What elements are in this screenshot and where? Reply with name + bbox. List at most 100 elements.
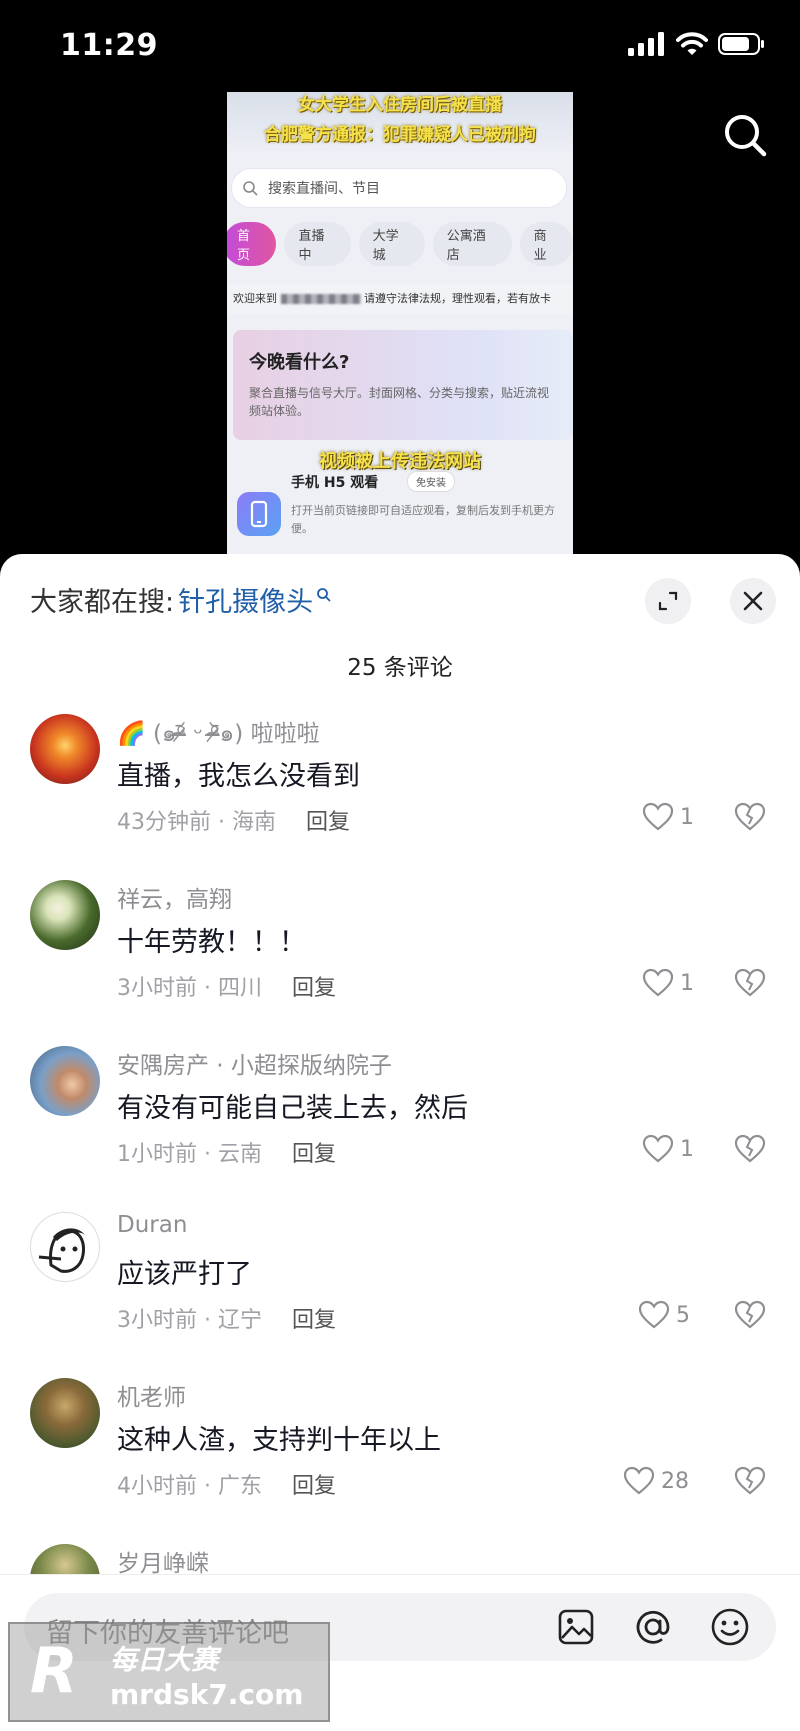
comment-text[interactable]: 有没有可能自己装上去，然后	[117, 1086, 468, 1125]
avatar[interactable]	[30, 1378, 100, 1448]
avatar[interactable]	[30, 1046, 100, 1116]
video-tab: 公寓酒店	[432, 222, 512, 266]
search-icon[interactable]	[720, 110, 770, 160]
like-button[interactable]: 5	[638, 1300, 690, 1330]
dislike-button[interactable]	[734, 1134, 766, 1168]
video-notice: 欢迎来到 请遵守法律法规，理性观看，若有放卡	[227, 284, 573, 314]
comment-item: 祥云，高翔 十年劳教！！！ 3小时前 · 四川 回复 1	[0, 880, 800, 1046]
avatar[interactable]	[30, 714, 100, 784]
comment-author[interactable]: 🌈 (๑ᵒ̴̶̷᷄ ᵕ ᵒ̴̶̷᷅๑) 啦啦啦	[117, 714, 320, 752]
comment-text[interactable]: 十年劳教！！！	[117, 920, 306, 959]
like-count: 5	[676, 1302, 690, 1328]
heart-icon	[642, 968, 674, 997]
expand-icon	[658, 591, 678, 611]
heart-icon	[623, 1466, 655, 1495]
video-caption: 视频被上传违法网站	[319, 451, 481, 472]
status-bar: 11:29	[0, 0, 800, 96]
wifi-icon	[676, 32, 708, 55]
dislike-button[interactable]	[734, 968, 766, 1002]
comment-text[interactable]: 应该严打了	[117, 1252, 252, 1291]
video-search-bar: 搜索直播间、节目	[231, 168, 567, 208]
video-player[interactable]: 女大学生入住房间后被直播 合肥警方通报：犯罪嫌疑人已被刑拘 搜索直播间、节目 首…	[227, 92, 573, 554]
reply-button[interactable]: 回复	[292, 1142, 336, 1167]
notice-suffix: 请遵守法律法规，理性观看，若有放卡	[364, 292, 551, 305]
comment-time: 3小时前 · 辽宁	[117, 1308, 262, 1333]
close-button[interactable]	[730, 578, 776, 624]
reply-button[interactable]: 回复	[292, 976, 336, 1001]
video-app-section: 手机 H5 观看 免安装 打开当前页链接即可自适应观看，复制后发到手机更方便。	[237, 471, 567, 552]
comment-author[interactable]: 祥云，高翔	[117, 880, 232, 914]
like-button[interactable]: 1	[642, 1134, 694, 1164]
watermark-logo: R	[30, 1634, 78, 1707]
banner-line-1: 女大学生入住房间后被直播	[298, 95, 502, 115]
phone-icon	[237, 492, 281, 536]
comment-author[interactable]: 岁月峥嵘	[117, 1544, 209, 1578]
comment-meta: 3小时前 · 四川 回复	[117, 970, 336, 1002]
comment-item: Duran 应该严打了 3小时前 · 辽宁 回复 5	[0, 1212, 800, 1378]
heart-icon	[642, 802, 674, 831]
like-button[interactable]: 28	[623, 1466, 689, 1496]
like-count: 1	[680, 804, 694, 830]
video-card: 今晚看什么? 聚合直播与信号大厅。封面网格、分类与搜索，贴近流视频站体验。	[233, 330, 573, 440]
watermark-name: 每日大赛	[110, 1645, 218, 1676]
like-button[interactable]: 1	[642, 802, 694, 832]
notice-prefix: 欢迎来到	[233, 292, 277, 305]
dislike-button[interactable]	[734, 1466, 766, 1500]
comment-meta: 1小时前 · 云南 回复	[117, 1136, 336, 1168]
blurred-text	[280, 294, 361, 304]
comment-time: 3小时前 · 四川	[117, 976, 262, 1001]
comment-meta: 4小时前 · 广东 回复	[117, 1468, 336, 1500]
comment-meta: 43分钟前 · 海南 回复	[117, 804, 350, 836]
avatar[interactable]	[30, 1212, 100, 1282]
comment-author[interactable]: 机老师	[117, 1378, 186, 1412]
emoji-icon[interactable]	[708, 1605, 752, 1649]
video-app-desc: 打开当前页链接即可自适应观看，复制后发到手机更方便。	[291, 504, 555, 535]
reply-button[interactable]: 回复	[292, 1474, 336, 1499]
dislike-button[interactable]	[734, 802, 766, 836]
comment-time: 43分钟前 · 海南	[117, 810, 276, 835]
small-search-icon	[317, 587, 331, 602]
dislike-button[interactable]	[734, 1300, 766, 1334]
comment-text[interactable]: 直播，我怎么没看到	[117, 754, 360, 793]
comment-item: 安隅房产 · 小超探版纳院子 有没有可能自己装上去，然后 1小时前 · 云南 回复…	[0, 1046, 800, 1212]
broken-heart-icon	[734, 1466, 766, 1495]
reply-button[interactable]: 回复	[292, 1308, 336, 1333]
comment-item: 机老师 这种人渣，支持判十年以上 4小时前 · 广东 回复 28	[0, 1378, 800, 1544]
hot-search[interactable]: 大家都在搜: 针孔摄像头	[30, 580, 332, 619]
mention-icon[interactable]	[631, 1605, 675, 1649]
banner-line-2: 合肥警方通报：犯罪嫌疑人已被刑拘	[264, 125, 536, 145]
video-banner: 女大学生入住房间后被直播 合肥警方通报：犯罪嫌疑人已被刑拘	[227, 92, 573, 156]
avatar[interactable]	[30, 880, 100, 950]
comment-author[interactable]: Duran	[117, 1212, 187, 1238]
comment-author[interactable]: 安隅房产 · 小超探版纳院子	[117, 1046, 392, 1080]
broken-heart-icon	[734, 968, 766, 997]
expand-button[interactable]	[645, 578, 691, 624]
watermark-url: mrdsk7.com	[110, 1678, 304, 1711]
video-tab: 首页	[227, 222, 277, 266]
video-card-desc: 聚合直播与信号大厅。封面网格、分类与搜索，贴近流视频站体验。	[249, 386, 550, 418]
status-time: 11:29	[60, 28, 158, 63]
status-icons	[628, 32, 766, 56]
heart-icon	[642, 1134, 674, 1163]
video-card-title: 今晚看什么?	[249, 352, 350, 373]
reply-button[interactable]: 回复	[306, 810, 350, 835]
video-tab: 直播中	[284, 222, 351, 266]
image-icon[interactable]	[554, 1605, 598, 1649]
like-button[interactable]: 1	[642, 968, 694, 998]
comment-sheet: 大家都在搜: 针孔摄像头 25 条评论 🌈 (๑ᵒ̴̶̷᷄ ᵕ ᵒ̴̶̷᷅๑) …	[0, 554, 800, 1731]
broken-heart-icon	[734, 1134, 766, 1163]
hot-search-term[interactable]: 针孔摄像头	[178, 580, 313, 619]
battery-icon	[718, 33, 764, 55]
comment-time: 1小时前 · 云南	[117, 1142, 262, 1167]
video-tab: 商业	[519, 222, 573, 266]
hot-search-label: 大家都在搜:	[30, 587, 175, 618]
comment-text[interactable]: 这种人渣，支持判十年以上	[117, 1418, 441, 1457]
signal-icon	[628, 32, 664, 56]
heart-icon	[638, 1300, 670, 1329]
video-tab: 大学城	[358, 222, 425, 266]
broken-heart-icon	[734, 802, 766, 831]
like-count: 1	[680, 970, 694, 996]
watermark: R 每日大赛 mrdsk7.com	[8, 1622, 330, 1722]
broken-heart-icon	[734, 1300, 766, 1329]
comment-meta: 3小时前 · 辽宁 回复	[117, 1302, 336, 1334]
